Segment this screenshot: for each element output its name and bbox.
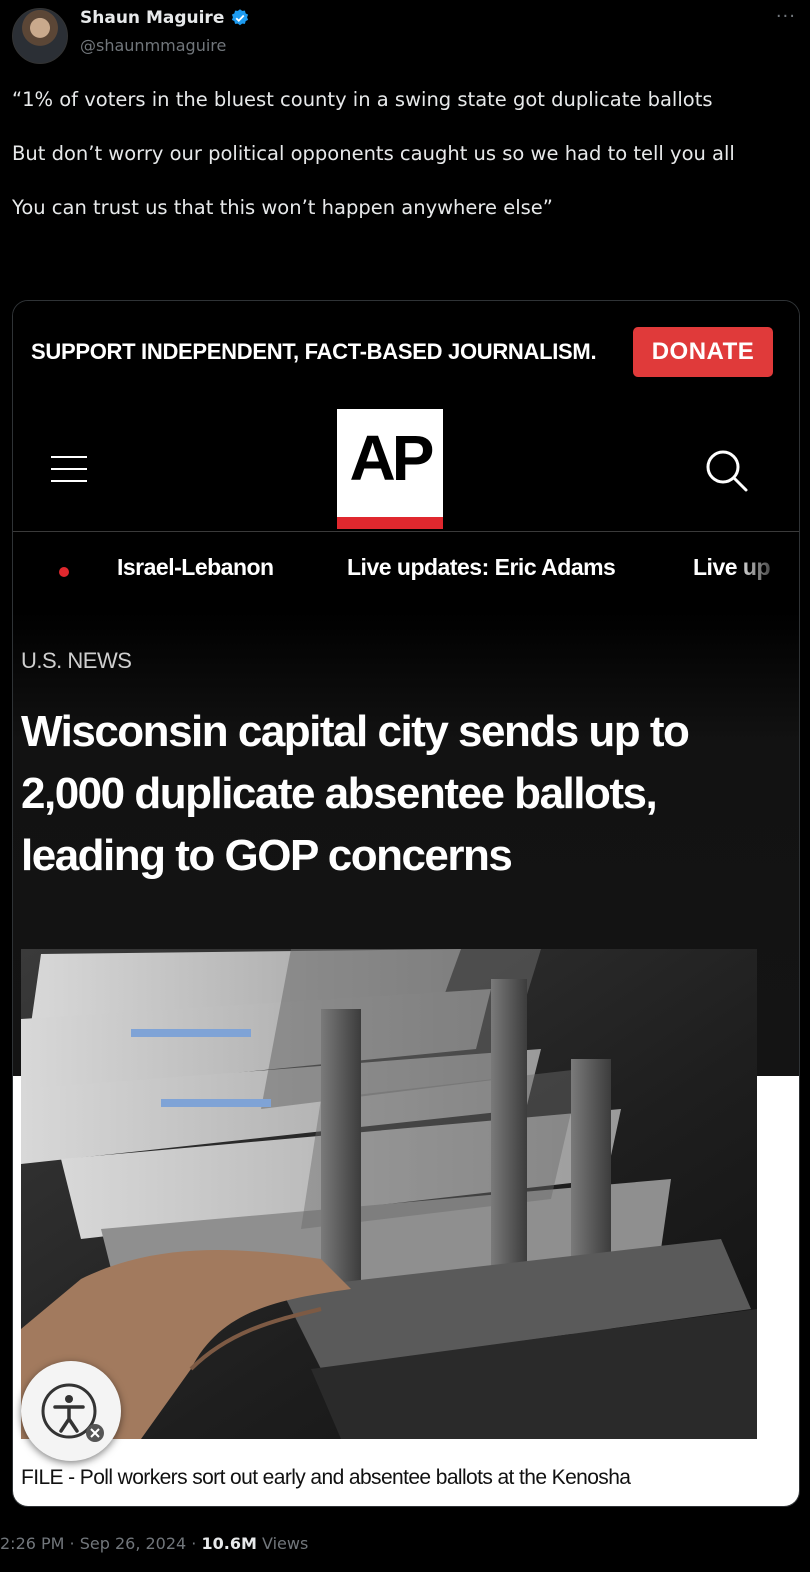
- photo-caption: FILE - Poll workers sort out early and a…: [21, 1466, 631, 1489]
- accessibility-button[interactable]: [21, 1361, 121, 1461]
- avatar[interactable]: [12, 8, 68, 64]
- nav-link-israel-lebanon[interactable]: Israel-Lebanon: [117, 554, 274, 581]
- tweet-text: “1% of voters in the bluest county in a …: [12, 86, 792, 248]
- nav-fade: [733, 541, 799, 601]
- tweet-meta: 2:26 PM · Sep 26, 2024 · 10.6M Views: [0, 1534, 308, 1553]
- author-name-row: Shaun Maguire: [80, 8, 250, 28]
- more-icon[interactable]: ···: [776, 6, 796, 27]
- ap-logo-text: AP: [349, 422, 435, 494]
- tweet-timestamp[interactable]: 2:26 PM · Sep 26, 2024 ·: [0, 1534, 201, 1553]
- nav-link-eric-adams[interactable]: Live updates: Eric Adams: [347, 554, 616, 581]
- tweet-paragraph: “1% of voters in the bluest county in a …: [12, 88, 713, 111]
- author-display-name[interactable]: Shaun Maguire: [80, 8, 224, 28]
- donate-button[interactable]: DONATE: [633, 327, 773, 377]
- tweet-paragraph: You can trust us that this won’t happen …: [12, 196, 553, 219]
- promo-banner-text: SUPPORT INDEPENDENT, FACT-BASED JOURNALI…: [31, 339, 597, 364]
- views-count: 10.6M: [201, 1534, 257, 1553]
- author-handle[interactable]: @shaunmmaguire: [80, 36, 226, 55]
- verified-badge-icon: [232, 9, 249, 26]
- live-indicator-dot: [59, 567, 69, 577]
- hamburger-menu-icon[interactable]: [51, 456, 87, 482]
- ballots-photo: [21, 949, 757, 1439]
- search-icon[interactable]: [703, 447, 749, 493]
- tweet-paragraph: But don’t worry our political opponents …: [12, 142, 735, 165]
- article-headline: Wisconsin capital city sends up to 2,000…: [21, 707, 690, 880]
- views-label: Views: [256, 1534, 309, 1553]
- accessibility-icon: [41, 1383, 104, 1442]
- section-label[interactable]: U.S. NEWS: [21, 648, 132, 674]
- tweet-media-card[interactable]: SUPPORT INDEPENDENT, FACT-BASED JOURNALI…: [12, 300, 800, 1507]
- ap-logo[interactable]: AP: [337, 409, 443, 529]
- nav-divider: [13, 531, 799, 532]
- ap-logo-bar: [337, 517, 443, 529]
